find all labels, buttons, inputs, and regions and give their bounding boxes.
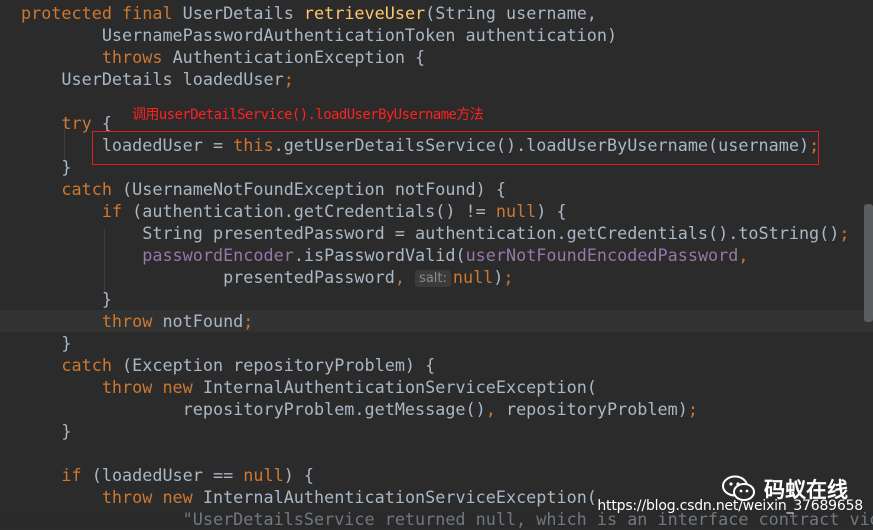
- code-line[interactable]: catch (UsernameNotFoundException notFoun…: [21, 178, 506, 200]
- code-token: }: [21, 157, 72, 177]
- code-token: AuthenticationException {: [172, 47, 426, 67]
- code-line[interactable]: presentedPassword, salt: null);: [21, 266, 514, 288]
- code-token: passwordEncoder: [142, 245, 294, 265]
- watermark-url: https://blog.csdn.net/weixin_37689658: [597, 498, 863, 514]
- code-token: }: [21, 421, 72, 441]
- code-token: throw new: [101, 377, 203, 397]
- annotation-label: 调用userDetailService().loadUserByUsername…: [132, 107, 484, 123]
- code-token: repositoryProblem.getMessage(): [21, 399, 486, 419]
- code-token: throw: [101, 311, 163, 331]
- code-token: .isPasswordValid(: [293, 245, 466, 265]
- code-line[interactable]: throw notFound;: [21, 310, 254, 332]
- code-token: protected final: [21, 3, 183, 23]
- code-token: {: [101, 113, 112, 133]
- code-line[interactable]: catch (Exception repositoryProblem) {: [21, 354, 435, 376]
- code-token: ,: [738, 245, 749, 265]
- code-token: ;: [243, 311, 254, 331]
- code-line[interactable]: repositoryProblem.getMessage(), reposito…: [21, 398, 698, 420]
- code-token: InternalAuthenticationServiceException(: [202, 487, 597, 507]
- code-token: (Exception repositoryProblem) {: [122, 355, 436, 375]
- code-token: throws: [101, 47, 173, 67]
- code-token: }: [21, 333, 72, 353]
- code-line[interactable]: if (loadedUser == null) {: [21, 464, 314, 486]
- code-token: ) {: [283, 465, 315, 485]
- code-token: ): [493, 267, 504, 287]
- code-line[interactable]: }: [21, 420, 72, 442]
- code-token: ,: [394, 267, 416, 287]
- code-token: InternalAuthenticationServiceException(: [202, 377, 597, 397]
- code-line[interactable]: UsernamePasswordAuthenticationToken auth…: [21, 24, 617, 46]
- code-editor[interactable]: protected final UserDetails retrieveUser…: [0, 0, 873, 529]
- code-token: UsernamePasswordAuthenticationToken auth…: [21, 25, 618, 45]
- code-token: presentedPassword: [21, 267, 395, 287]
- code-token: UserDetails: [182, 3, 304, 23]
- code-token: notFound: [162, 311, 244, 331]
- code-line[interactable]: protected final UserDetails retrieveUser…: [21, 2, 597, 24]
- code-token: UserDetails loadedUser: [21, 69, 284, 89]
- highlight-box: [92, 131, 819, 165]
- code-token: ;: [839, 223, 850, 243]
- code-token: (loadedUser ==: [91, 465, 244, 485]
- code-token: null: [243, 465, 284, 485]
- code-token: retrieveUser: [303, 3, 426, 23]
- code-line[interactable]: throw new InternalAuthenticationServiceE…: [21, 486, 597, 508]
- code-token: null: [452, 267, 494, 287]
- code-token: (UsernameNotFoundException notFound) {: [122, 179, 506, 199]
- code-line[interactable]: String presentedPassword = authenticatio…: [21, 222, 849, 244]
- code-token: ;: [687, 399, 698, 419]
- code-token: catch: [61, 355, 123, 375]
- code-token: catch: [61, 179, 123, 199]
- code-token: userNotFoundEncodedPassword: [465, 245, 739, 265]
- code-token: ) {: [536, 201, 567, 221]
- code-token: if: [61, 465, 92, 485]
- code-token: if: [101, 201, 133, 221]
- code-line[interactable]: throws AuthenticationException {: [21, 46, 425, 68]
- code-token: }: [21, 289, 112, 309]
- code-token: repositoryProblem): [505, 399, 688, 419]
- code-token: (String username,: [425, 3, 597, 23]
- code-token: ;: [503, 267, 514, 287]
- code-line[interactable]: }: [21, 332, 72, 354]
- code-token: throw new: [101, 487, 203, 507]
- code-token: ;: [283, 69, 294, 89]
- code-line[interactable]: throw new InternalAuthenticationServiceE…: [21, 376, 597, 398]
- param-hint: salt:: [415, 270, 451, 287]
- code-token: ,: [485, 399, 506, 419]
- code-token: null: [495, 201, 537, 221]
- code-token: String presentedPassword = authenticatio…: [21, 223, 840, 243]
- code-token: (authentication.getCredentials() !=: [132, 201, 496, 221]
- code-token: try: [61, 113, 102, 133]
- code-line[interactable]: }: [21, 156, 72, 178]
- vertical-scrollbar[interactable]: [864, 204, 873, 322]
- code-line[interactable]: }: [21, 288, 112, 310]
- code-line[interactable]: passwordEncoder.isPasswordValid(userNotF…: [21, 244, 748, 266]
- code-line[interactable]: UserDetails loadedUser;: [21, 68, 294, 90]
- code-line[interactable]: if (authentication.getCredentials() != n…: [21, 200, 567, 222]
